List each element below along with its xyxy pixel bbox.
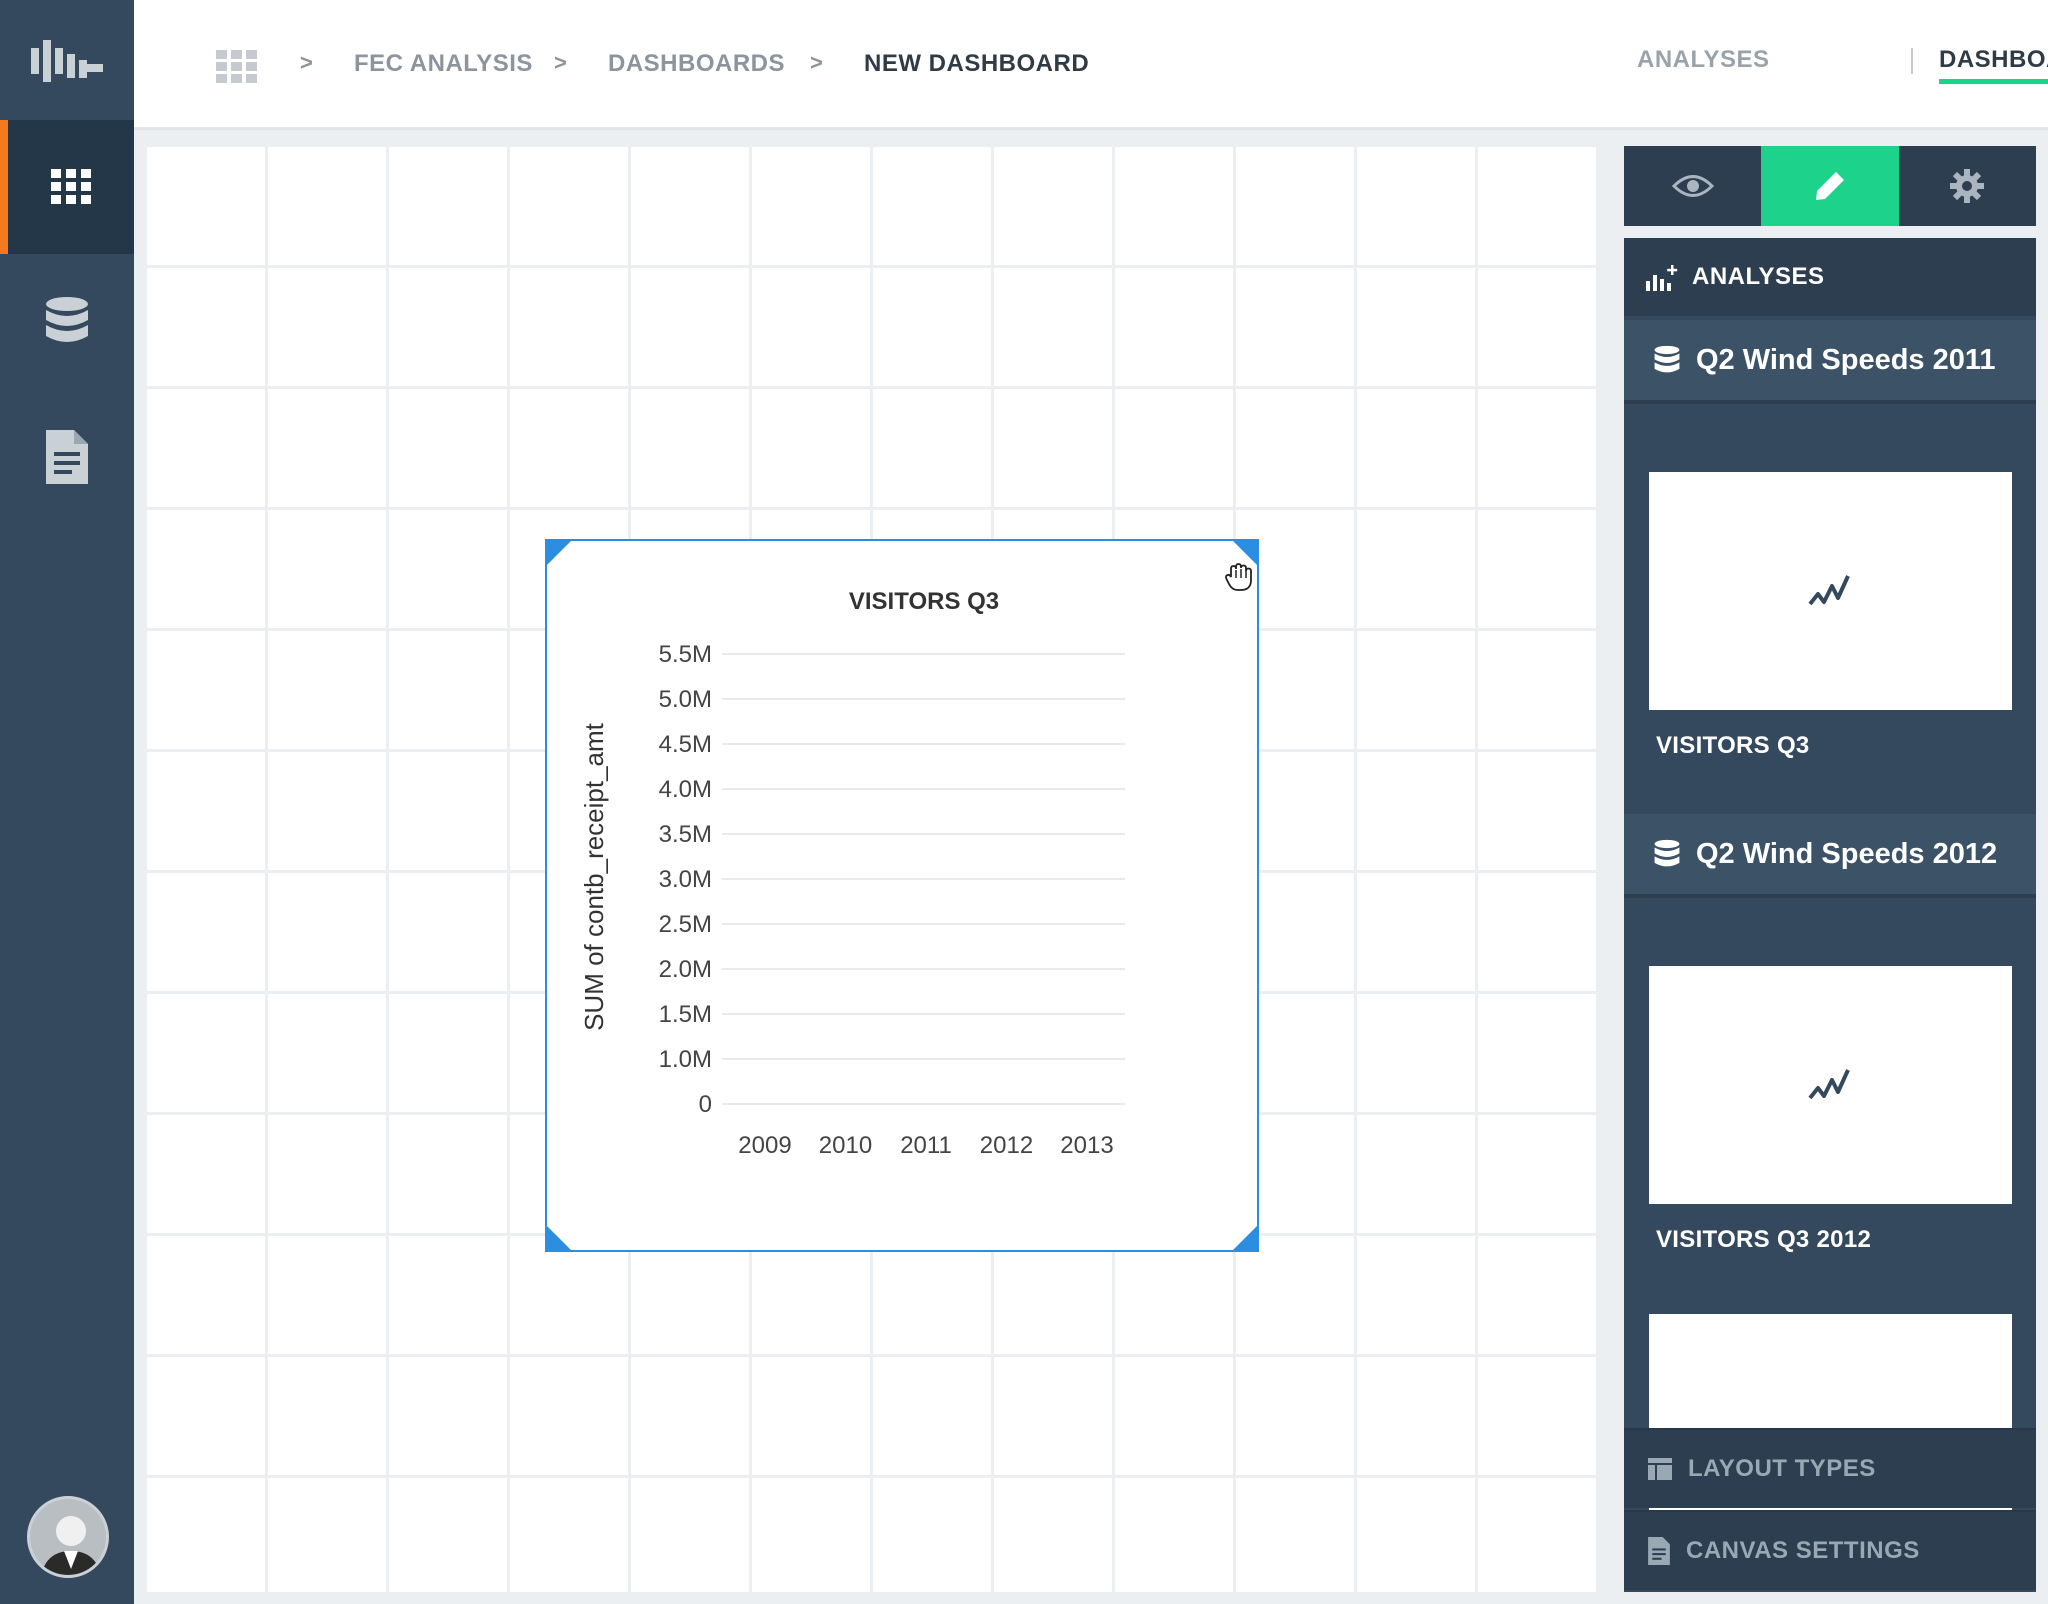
x-tick-label: 2010 xyxy=(819,1132,872,1159)
user-avatar[interactable] xyxy=(27,1496,109,1578)
grab-hand-icon[interactable] xyxy=(1223,561,1255,593)
dataset-item[interactable]: Q2 Wind Speeds 2012 xyxy=(1624,814,2036,898)
database-icon xyxy=(46,297,88,342)
view-mode-button[interactable] xyxy=(1624,146,1761,226)
analysis-title[interactable]: VISITORS Q3 2012 xyxy=(1656,1226,1871,1254)
gear-icon xyxy=(1950,169,1985,203)
eye-icon xyxy=(1671,175,1714,197)
breadcrumb-separator: > xyxy=(300,50,313,75)
analysis-thumbnail[interactable] xyxy=(1649,472,2012,710)
y-tick-label: 0 xyxy=(699,1091,712,1118)
settings-mode-button[interactable] xyxy=(1899,146,2036,226)
canvas-settings-section[interactable]: CANVAS SETTINGS xyxy=(1624,1510,2036,1590)
y-tick-label: 2.0M xyxy=(659,956,712,983)
mode-toolbar xyxy=(1624,146,2036,226)
document-icon xyxy=(46,430,88,484)
y-axis-label: SUM of contb_receipt_amt xyxy=(579,722,609,1031)
breadcrumb-separator: > xyxy=(810,50,823,75)
y-tick-label: 5.5M xyxy=(659,641,712,668)
tab-dashboards[interactable]: DASHBOARDS xyxy=(1939,46,2048,74)
tab-analyses[interactable]: ANALYSES xyxy=(1637,46,1769,74)
analyses-panel: ANALYSES Q2 Wind Speeds 2011 VISITORS Q3… xyxy=(1624,238,2036,1592)
analysis-title[interactable]: VISITORS Q3 xyxy=(1656,732,1810,760)
add-analysis-icon xyxy=(1646,265,1678,291)
sidebar-reports-button[interactable] xyxy=(0,390,134,524)
y-tick-label: 3.0M xyxy=(659,866,712,893)
x-tick-label: 2012 xyxy=(980,1132,1033,1159)
database-icon xyxy=(1654,839,1680,867)
canvas-settings-label: CANVAS SETTINGS xyxy=(1686,1537,1920,1564)
x-tick-label: 2013 xyxy=(1060,1132,1113,1159)
chart-title: VISITORS Q3 xyxy=(849,588,999,615)
analyses-section-title: ANALYSES xyxy=(1692,263,1825,290)
dashboard-canvas[interactable]: VISITORS Q3 SUM of contb_receipt_amt 0 1.… xyxy=(146,146,1598,1592)
layout-types-label: LAYOUT TYPES xyxy=(1688,1455,1876,1482)
y-tick-label: 5.0M xyxy=(659,686,712,713)
y-tick-label: 4.5M xyxy=(659,731,712,758)
document-icon xyxy=(1648,1537,1670,1565)
tab-divider xyxy=(1911,48,1913,74)
pencil-icon xyxy=(1815,172,1844,200)
breadcrumb-dashboards[interactable]: DASHBOARDS xyxy=(608,50,785,78)
dataset-name: Q2 Wind Speeds 2011 xyxy=(1696,343,1996,376)
x-tick-label: 2011 xyxy=(900,1132,952,1159)
edit-mode-button[interactable] xyxy=(1761,146,1899,226)
line-chart: VISITORS Q3 SUM of contb_receipt_amt 0 1.… xyxy=(579,588,1125,1159)
layout-icon xyxy=(1648,1458,1672,1480)
grid-lines xyxy=(722,653,1125,1105)
dashboard-grid-icon xyxy=(51,169,91,204)
breadcrumb-fec-analysis[interactable]: FEC ANALYSIS xyxy=(354,50,533,78)
line-chart-icon xyxy=(1807,575,1850,606)
y-tick-label: 3.5M xyxy=(659,821,712,848)
y-axis-ticks: 0 1.0M 1.5M 2.0M 2.5M 3.0M 3.5M 4.0M 4.5M 5.0M 5.5… xyxy=(659,641,712,1118)
apps-grid-icon[interactable] xyxy=(216,50,258,84)
logo-icon[interactable] xyxy=(0,0,134,120)
dataset-name: Q2 Wind Speeds 2012 xyxy=(1696,837,1998,870)
y-tick-label: 1.0M xyxy=(659,1046,712,1073)
active-tab-indicator xyxy=(1939,79,2048,84)
sidebar-dashboards-button[interactable] xyxy=(0,120,134,254)
breadcrumb-new-dashboard: NEW DASHBOARD xyxy=(864,50,1090,77)
layout-types-section[interactable]: LAYOUT TYPES xyxy=(1624,1428,2036,1508)
x-axis-ticks: 2009 2010 2011 2012 2013 xyxy=(738,1132,1113,1159)
database-icon xyxy=(1654,345,1680,373)
y-tick-label: 1.5M xyxy=(659,1001,712,1028)
left-sidebar xyxy=(0,0,134,1604)
sidebar-data-button[interactable] xyxy=(0,254,134,388)
breadcrumb-separator: > xyxy=(554,50,567,75)
x-tick-label: 2009 xyxy=(738,1132,791,1159)
y-tick-label: 4.0M xyxy=(659,776,712,803)
line-chart-icon xyxy=(1807,1069,1850,1100)
chart-widget[interactable]: VISITORS Q3 SUM of contb_receipt_amt 0 1.… xyxy=(545,539,1259,1252)
dataset-item[interactable]: Q2 Wind Speeds 2011 xyxy=(1624,320,2036,404)
top-header: > FEC ANALYSIS > DASHBOARDS > NEW DASHBO… xyxy=(134,0,2048,130)
y-tick-label: 2.5M xyxy=(659,911,712,938)
analysis-thumbnail[interactable] xyxy=(1649,966,2012,1204)
analyses-panel-header: ANALYSES xyxy=(1624,238,2036,316)
